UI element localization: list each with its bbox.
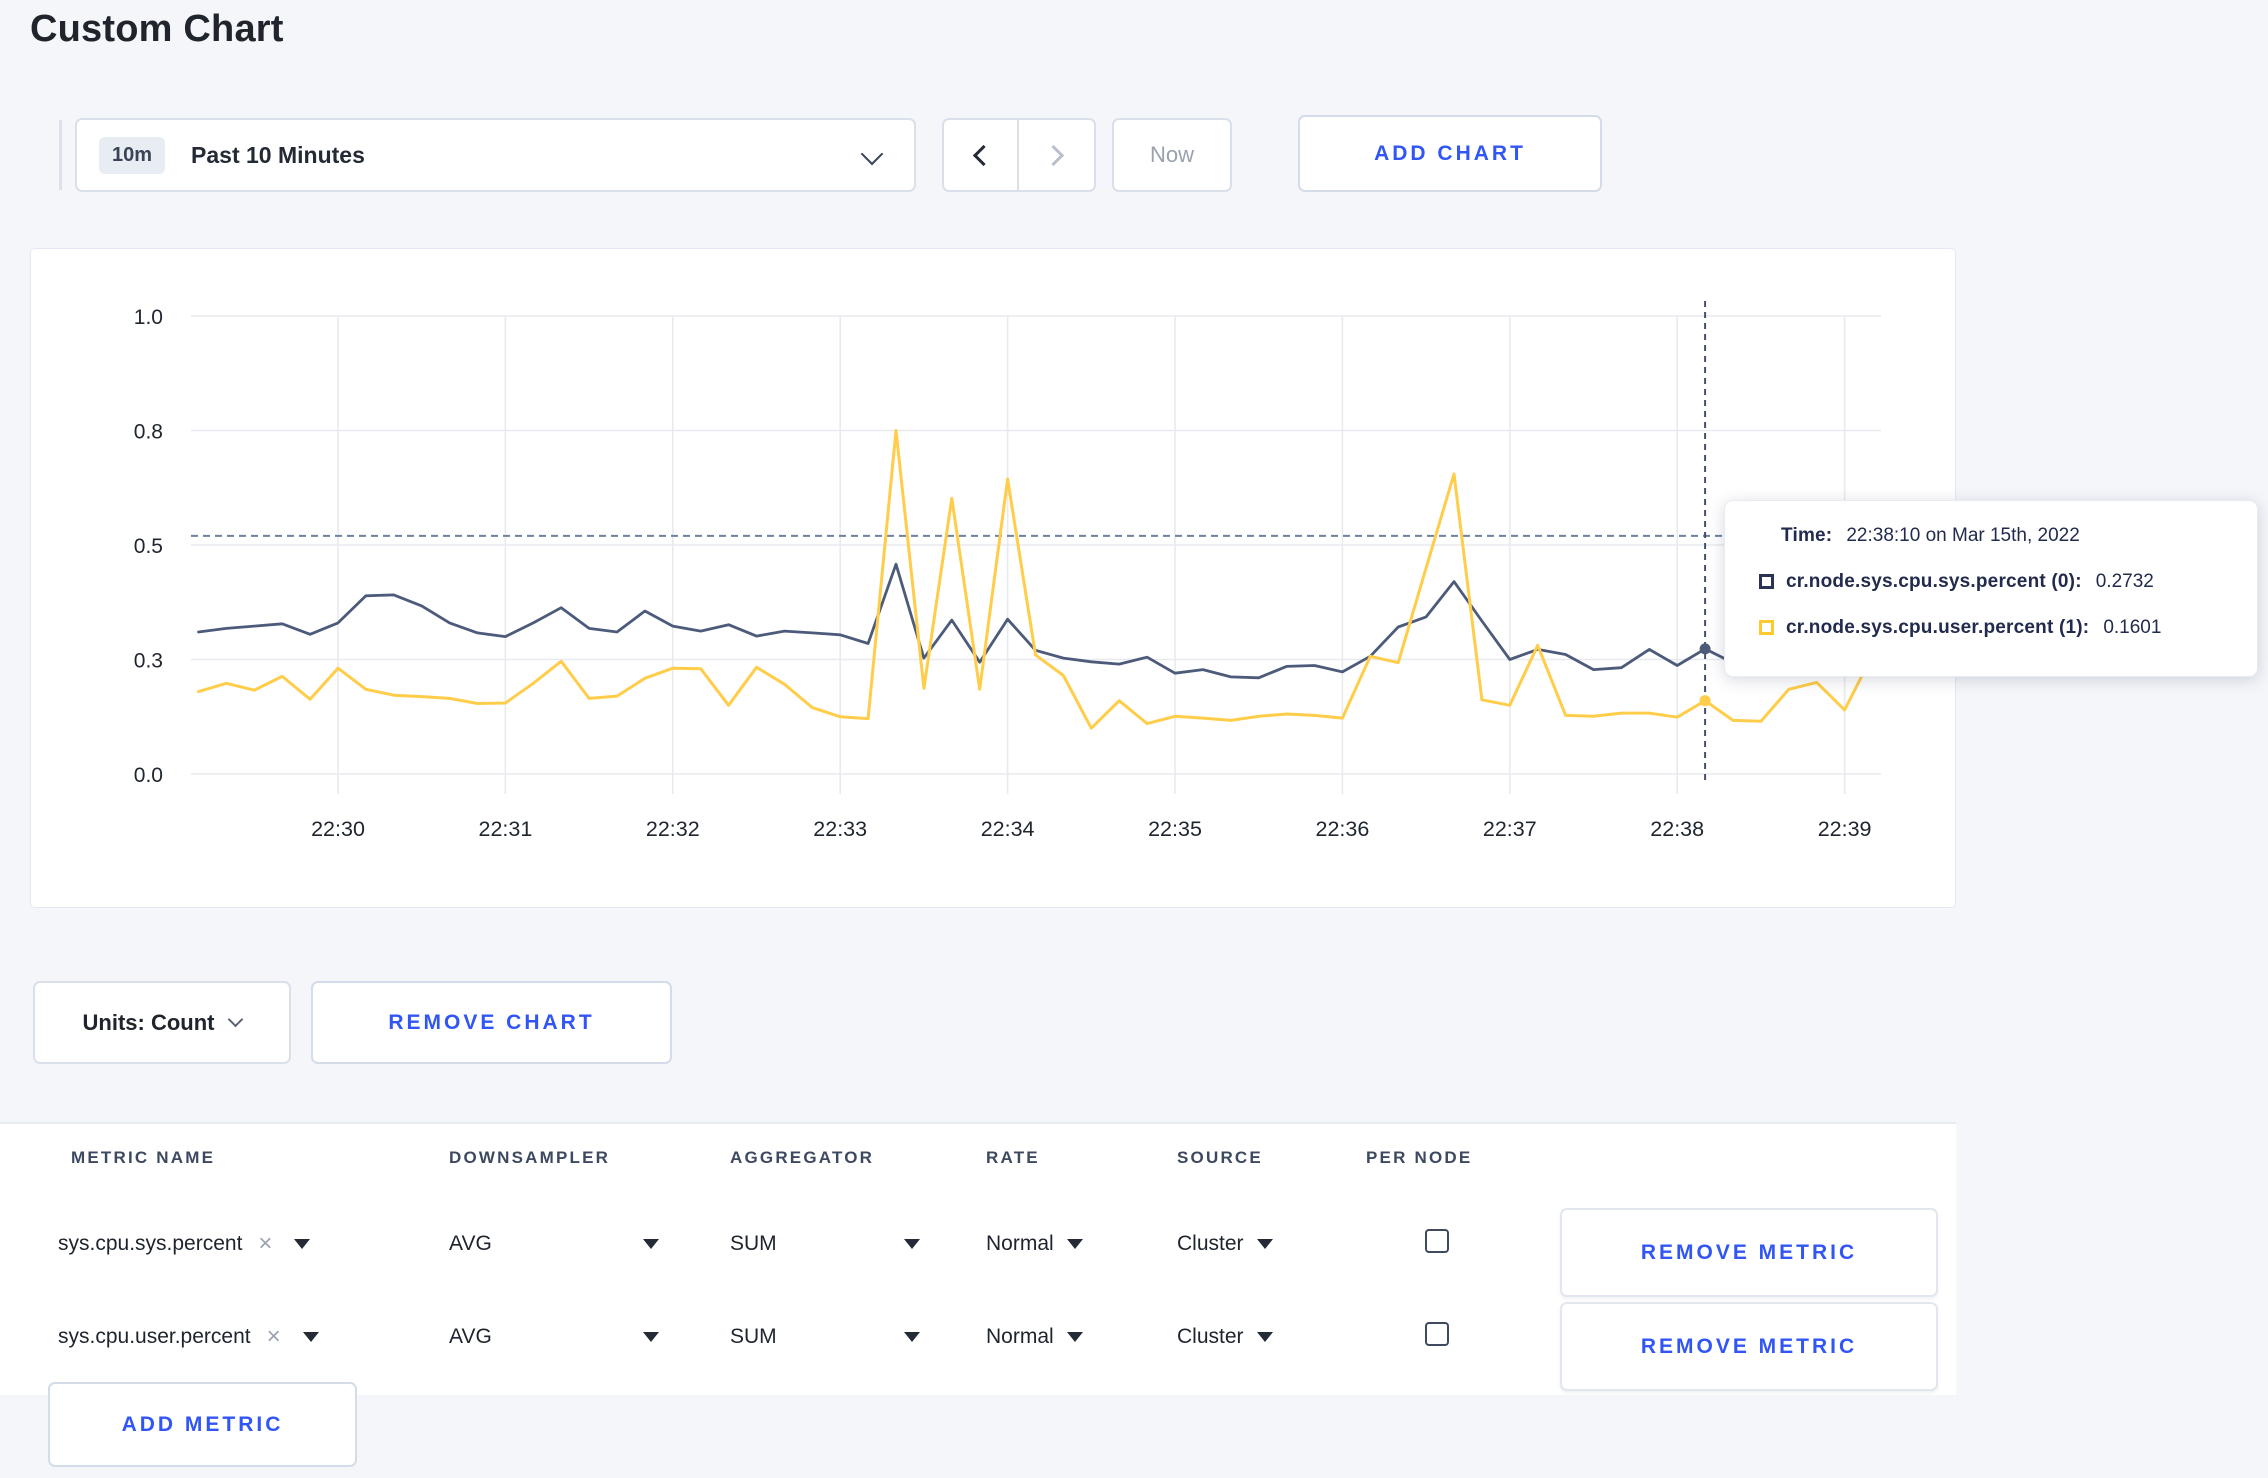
rate-select[interactable]: Normal [986, 1325, 1083, 1349]
chevron-right-icon [1042, 144, 1065, 166]
y-axis-tick-label: 0.5 [134, 535, 163, 558]
units-dropdown[interactable]: Units: Count [33, 981, 291, 1064]
dropdown-arrow-icon [1256, 1332, 1273, 1342]
x-axis-tick-label: 22:36 [1315, 817, 1369, 841]
aggregator-select[interactable]: SUM [730, 1232, 920, 1256]
dropdown-arrow-icon [1066, 1239, 1083, 1249]
add-metric-button[interactable]: ADD METRIC [48, 1382, 357, 1467]
dropdown-arrow-icon [904, 1239, 920, 1249]
col-header-per-node: PER NODE [1366, 1148, 1473, 1167]
source-select[interactable]: Cluster [1177, 1325, 1273, 1349]
chevron-left-icon [972, 144, 995, 166]
next-time-button[interactable] [1019, 120, 1094, 190]
col-header-source: SOURCE [1177, 1148, 1263, 1167]
series-swatch-sys-icon [1759, 574, 1774, 589]
dropdown-arrow-icon [643, 1332, 659, 1342]
downsampler-select[interactable]: AVG [449, 1232, 659, 1256]
chart-hover-tooltip: Time: 22:38:10 on Mar 15th, 2022 cr.node… [1724, 500, 2258, 677]
col-header-rate: RATE [986, 1148, 1040, 1167]
downsampler-select[interactable]: AVG [449, 1325, 659, 1349]
dropdown-arrow-icon [294, 1239, 311, 1249]
time-range-label: Past 10 Minutes [191, 141, 365, 168]
y-axis-tick-label: 1.0 [134, 306, 163, 329]
series-line-user [197, 429, 1874, 730]
time-nav-group [942, 118, 1096, 192]
series-line-sys [197, 562, 1874, 680]
x-axis-tick-label: 22:35 [1148, 817, 1202, 841]
source-value: Cluster [1177, 1232, 1244, 1255]
x-axis-tick-label: 22:37 [1483, 817, 1537, 841]
remove-chart-button[interactable]: REMOVE CHART [311, 981, 672, 1064]
aggregator-select[interactable]: SUM [730, 1325, 920, 1349]
dropdown-arrow-icon [904, 1332, 920, 1342]
dropdown-arrow-icon [643, 1239, 659, 1249]
time-range-dropdown[interactable]: 10m Past 10 Minutes [75, 118, 916, 192]
downsampler-value: AVG [449, 1325, 492, 1348]
tooltip-time-value: 22:38:10 on Mar 15th, 2022 [1846, 525, 2080, 546]
x-axis-tick-label: 22:31 [478, 817, 532, 841]
units-label: Units: Count [82, 1009, 215, 1035]
tooltip-time-label: Time: [1781, 525, 1833, 546]
metric-name-value: sys.cpu.sys.percent [58, 1232, 243, 1255]
timeseries-chart-panel: 0.0 0.3 0.5 0.8 1.0 22:30 22:31 22:32 22:33 22:34… [30, 248, 1956, 908]
hover-dot-user [1699, 695, 1711, 707]
source-value: Cluster [1177, 1325, 1244, 1348]
rate-select[interactable]: Normal [986, 1232, 1083, 1256]
y-axis-tick-label: 0.3 [134, 650, 163, 673]
tooltip-series-value: 0.1601 [2103, 617, 2162, 638]
col-header-aggregator: AGGREGATOR [730, 1148, 875, 1167]
metric-name-dropdown[interactable]: sys.cpu.user.percent × [58, 1323, 319, 1351]
tooltip-series-value: 0.2732 [2095, 571, 2154, 592]
x-axis-tick-label: 22:38 [1650, 817, 1704, 841]
hover-dot-sys [1699, 643, 1711, 655]
x-axis-tick-label: 22:32 [646, 817, 700, 841]
x-axis-tick-label: 22:30 [311, 817, 365, 841]
col-header-downsampler: DOWNSAMPLER [449, 1148, 611, 1167]
now-button[interactable]: Now [1112, 118, 1232, 192]
per-node-checkbox[interactable] [1425, 1322, 1449, 1346]
page-title: Custom Chart [30, 8, 284, 50]
clear-metric-icon[interactable]: × [258, 1230, 272, 1258]
y-axis-tick-label: 0.8 [134, 421, 163, 444]
toolbar-divider [59, 120, 62, 190]
chevron-down-icon [228, 1011, 244, 1028]
metric-name-dropdown[interactable]: sys.cpu.sys.percent × [58, 1230, 311, 1258]
x-axis-tick-label: 22:39 [1818, 817, 1872, 841]
y-axis-tick-label: 0.0 [134, 764, 163, 787]
timeseries-chart[interactable]: 0.0 0.3 0.5 0.8 1.0 22:30 22:31 22:32 22:33 22:34… [31, 249, 1954, 906]
clear-metric-icon[interactable]: × [267, 1323, 281, 1351]
dropdown-arrow-icon [1066, 1332, 1083, 1342]
aggregator-value: SUM [730, 1232, 777, 1255]
metric-name-value: sys.cpu.user.percent [58, 1325, 251, 1348]
prev-time-button[interactable] [944, 120, 1019, 190]
x-axis-tick-label: 22:34 [981, 817, 1035, 841]
rate-value: Normal [986, 1232, 1054, 1255]
col-header-metric-name: METRIC NAME [71, 1148, 216, 1167]
aggregator-value: SUM [730, 1325, 777, 1348]
x-axis-tick-label: 22:33 [813, 817, 867, 841]
remove-metric-button[interactable]: REMOVE METRIC [1560, 1208, 1938, 1297]
remove-metric-button[interactable]: REMOVE METRIC [1560, 1302, 1938, 1391]
tooltip-series-label: cr.node.sys.cpu.sys.percent (0): [1786, 571, 2082, 592]
rate-value: Normal [986, 1325, 1054, 1348]
downsampler-value: AVG [449, 1232, 492, 1255]
time-range-badge: 10m [99, 136, 166, 174]
dropdown-arrow-icon [1256, 1239, 1273, 1249]
series-swatch-user-icon [1759, 620, 1774, 635]
chevron-down-icon [860, 142, 884, 166]
per-node-checkbox[interactable] [1425, 1229, 1449, 1253]
add-chart-button[interactable]: ADD CHART [1298, 115, 1602, 192]
dropdown-arrow-icon [302, 1332, 319, 1342]
tooltip-series-label: cr.node.sys.cpu.user.percent (1): [1786, 617, 2090, 638]
source-select[interactable]: Cluster [1177, 1232, 1273, 1256]
